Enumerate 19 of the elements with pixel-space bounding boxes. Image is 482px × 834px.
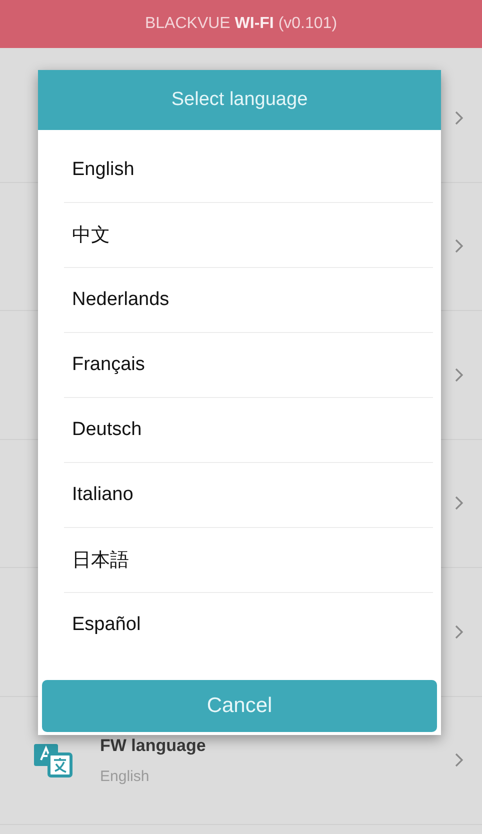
language-option[interactable]: Italiano [64,463,433,528]
dialog-title: Select language [38,70,441,130]
chevron-icon [455,239,464,254]
language-option[interactable]: Français [64,333,433,398]
chevron-icon [455,110,464,125]
translate-icon [34,742,74,778]
language-option[interactable]: Español [64,593,433,657]
chevron-icon [455,624,464,639]
language-option[interactable]: English [64,138,433,203]
app-title: BLACKVUE WI-FI (v0.101) [144,15,338,33]
setting-value: English [100,768,150,785]
setting-title: FW language [100,736,206,756]
language-option[interactable]: Nederlands [64,268,433,333]
language-option[interactable]: 日本語 [64,528,433,593]
language-option[interactable]: 中文 [64,203,433,268]
chevron-icon [455,753,464,768]
chevron-icon [455,496,464,510]
language-option[interactable]: Deutsch [64,398,433,463]
chevron-icon [455,368,464,382]
